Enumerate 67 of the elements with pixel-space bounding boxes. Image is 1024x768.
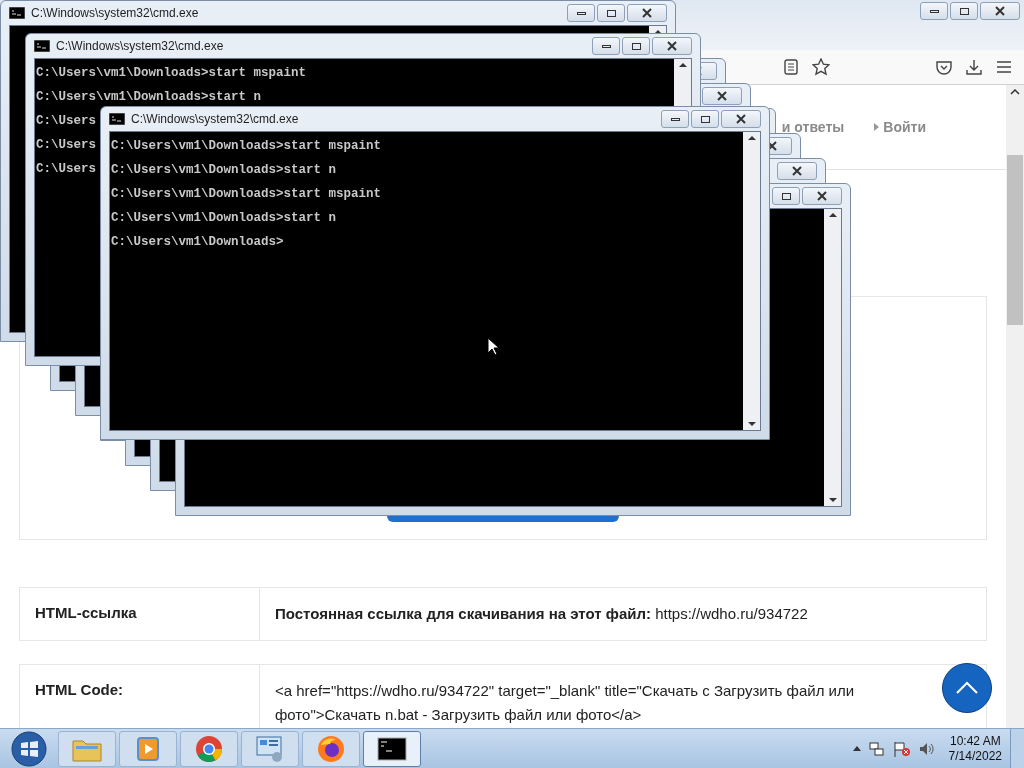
console-line: C:\Users\vm1\Downloads>start mspaint (111, 186, 382, 202)
taskbar-button[interactable] (363, 730, 421, 767)
console-icon (9, 7, 25, 19)
network-icon[interactable] (868, 740, 885, 757)
window-title: C:\Windows\system32\cmd.exe (56, 38, 224, 55)
nav-link[interactable]: и ответы (781, 116, 845, 138)
close-button[interactable] (721, 110, 761, 128)
close-icon (641, 8, 653, 18)
control-panel-icon (255, 734, 285, 763)
scrollbar-thumb[interactable] (1007, 155, 1023, 325)
row-value: Постоянная ссылка для скачивания на этот файл: https://wdho.ru/934722 (275, 605, 808, 622)
console-line: C:\Users\vm1\Downloads>start mspaint (111, 138, 382, 154)
console-line: C:\Users (36, 161, 96, 177)
download-icon[interactable] (966, 59, 982, 75)
flag-icon[interactable] (892, 740, 911, 757)
console-icon (34, 40, 50, 52)
close-icon (666, 41, 678, 51)
reader-view-icon[interactable] (784, 59, 798, 75)
clock-time: 10:42 AM (949, 733, 1001, 749)
console-line: C:\Users\vm1\Downloads>start mspaint (36, 65, 307, 81)
triangle-icon (874, 123, 880, 131)
close-icon (735, 114, 747, 124)
volume-icon[interactable] (918, 741, 935, 756)
clock-date: 7/14/2022 (948, 748, 1002, 764)
maximize-button[interactable] (772, 187, 800, 205)
pocket-icon[interactable] (936, 59, 952, 75)
window-title: C:\Windows\system32\cmd.exe (131, 111, 299, 128)
chrome-icon (195, 734, 223, 763)
minimize-button[interactable] (567, 4, 595, 22)
nav-link[interactable]: Войти (883, 116, 926, 138)
close-button[interactable] (652, 37, 692, 55)
row-value: <a href="https://wdho.ru/934722" target="_blank" title="Скачать с Загрузить файл или фото">Скачать n.bat - Загрузить файл или фото</a> (275, 682, 855, 723)
close-icon (994, 6, 1006, 16)
maximize-button[interactable] (622, 37, 650, 55)
maximize-button[interactable] (691, 110, 719, 128)
maximize-button[interactable] (597, 4, 625, 22)
window-title: C:\Windows\system32\cmd.exe (31, 5, 199, 22)
close-icon (716, 91, 728, 101)
console-line: C:\Users (36, 137, 96, 153)
console-line: C:\Users\vm1\Downloads> (111, 234, 284, 250)
console-icon (377, 736, 407, 761)
close-button[interactable] (802, 187, 842, 205)
close-button[interactable] (980, 2, 1020, 20)
console-icon (109, 113, 125, 125)
minimize-button[interactable] (592, 37, 620, 55)
row-label: HTML Code: (35, 680, 124, 700)
maximize-button[interactable] (950, 2, 978, 20)
close-icon (791, 166, 803, 176)
tray-arrow-icon[interactable] (852, 746, 861, 751)
star-icon[interactable] (812, 58, 830, 76)
minimize-button[interactable] (920, 2, 948, 20)
minimize-button[interactable] (661, 110, 689, 128)
cursor-icon (487, 337, 499, 356)
firefox-icon (317, 734, 345, 763)
console-line: C:\Users\vm1\Downloads>start n (36, 89, 262, 105)
scroll-up-icon[interactable] (1010, 89, 1020, 95)
console-line: C:\Users\vm1\Downloads>start n (111, 162, 337, 178)
chevron-up-icon (955, 681, 979, 695)
close-icon (816, 191, 828, 201)
media-player-icon (135, 735, 161, 762)
row-label: HTML-ссылка (35, 603, 137, 623)
windows-logo-icon (11, 730, 47, 767)
menu-icon[interactable] (996, 60, 1012, 74)
close-button[interactable] (627, 4, 667, 22)
console-line: C:\Users (36, 113, 96, 129)
scroll-top-button[interactable] (942, 663, 992, 713)
console-line: C:\Users\vm1\Downloads>start n (111, 210, 337, 226)
